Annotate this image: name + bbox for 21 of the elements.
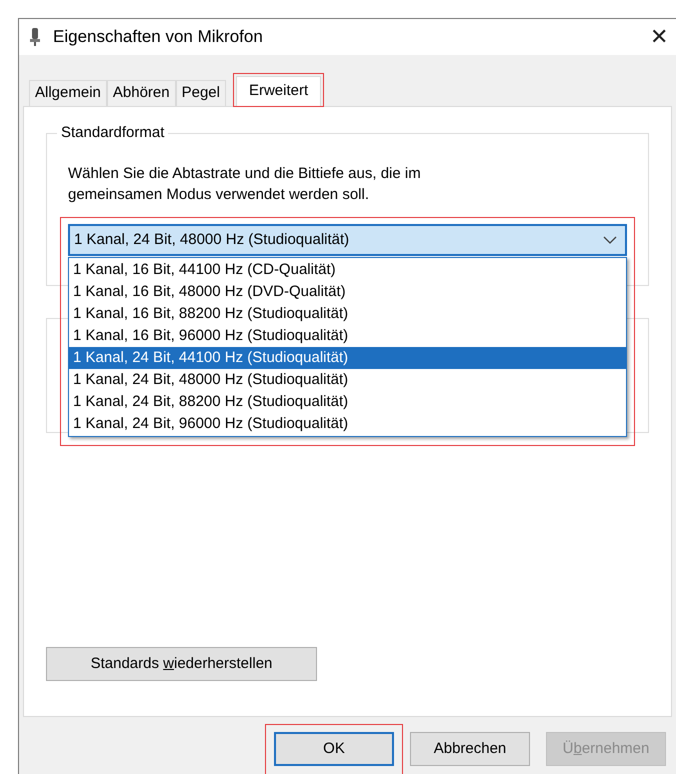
microphone-icon — [29, 27, 41, 47]
dialog-button[interactable]: OK — [274, 732, 394, 766]
tab[interactable]: Allgemein — [29, 80, 107, 106]
format-dropdown[interactable]: 1 Kanal, 24 Bit, 48000 Hz (Studioqualität) — [68, 224, 627, 256]
tab[interactable]: Pegel — [176, 80, 226, 106]
dropdown-option[interactable]: 1 Kanal, 24 Bit, 88200 Hz (Studioqualität) — [69, 391, 626, 413]
chevron-down-icon — [603, 236, 617, 244]
tab[interactable]: Erweitert — [236, 76, 322, 106]
dropdown-option[interactable]: 1 Kanal, 16 Bit, 48000 Hz (DVD-Qualität) — [69, 281, 626, 303]
dropdown-option[interactable]: 1 Kanal, 24 Bit, 48000 Hz (Studioqualität) — [69, 369, 626, 391]
dropdown-option[interactable]: 1 Kanal, 16 Bit, 88200 Hz (Studioqualität) — [69, 303, 626, 325]
dropdown-option[interactable]: 1 Kanal, 24 Bit, 44100 Hz (Studioqualität) — [69, 347, 626, 369]
dropdown-option[interactable]: 1 Kanal, 24 Bit, 96000 Hz (Studioqualität) — [69, 413, 626, 435]
window-title: Eigenschaften von Mikrofon — [53, 26, 263, 48]
tab[interactable]: Abhören — [106, 80, 176, 106]
dropdown-option[interactable]: 1 Kanal, 16 Bit, 96000 Hz (Studioqualität) — [69, 325, 626, 347]
dropdown-option[interactable]: 1 Kanal, 16 Bit, 44100 Hz (CD-Qualität) — [69, 259, 626, 281]
restore-defaults-button[interactable]: Standards wiederherstellen — [46, 647, 317, 681]
close-button[interactable]: ✕ — [650, 26, 668, 48]
dialog-button[interactable]: Abbrechen — [410, 732, 530, 766]
description-text: Wählen Sie die Abtastrate und die Bittiefe aus, die im gemeinsamen Modus verwendet werden soll. — [68, 164, 422, 205]
